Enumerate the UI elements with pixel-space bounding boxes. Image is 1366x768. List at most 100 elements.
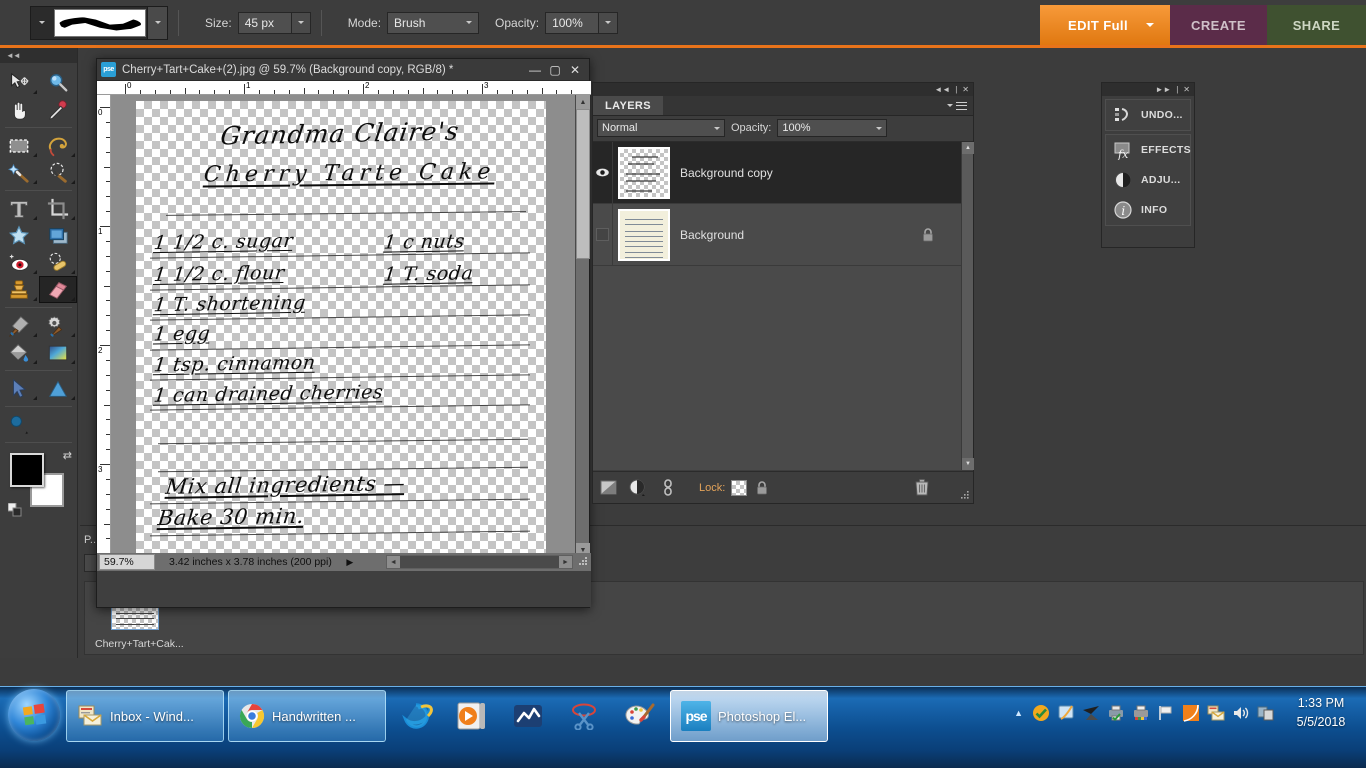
type-tool[interactable] [0,195,39,222]
opacity-input[interactable]: 100% [545,11,600,34]
close-panel-icon[interactable]: ✕ [962,85,969,94]
crop-tool[interactable] [39,195,78,222]
antivirus-icon[interactable] [1032,704,1050,722]
taskbar-media-player-button[interactable] [446,690,498,742]
taskbar-clock[interactable]: 1:33 PM 5/5/2018 [1282,687,1360,739]
brush-tool[interactable] [0,312,39,339]
minimize-button[interactable]: — [525,60,545,80]
windows-update-icon[interactable] [1057,704,1075,722]
opacity-dropdown[interactable] [599,11,619,34]
show-hidden-icons-arrow[interactable]: ▲ [1014,708,1023,718]
canvas-area[interactable]: Grandma Claire's Cherry Tarte Cake 1 1/2 c… [111,95,577,557]
resize-grip-icon[interactable] [575,555,589,569]
flag-icon[interactable] [1157,704,1175,722]
task-panel-item-effects[interactable]: fx EFFECTS [1106,135,1191,165]
canvas-vertical-scrollbar[interactable]: ▲ ▼ [575,95,590,557]
orange-app-icon[interactable] [1182,704,1200,722]
cookie-cutter-tool[interactable] [0,222,39,249]
vertical-ruler[interactable]: 0123 [97,95,111,557]
taskbar-paint-button[interactable] [614,690,666,742]
taskbar-chart-app-button[interactable] [502,690,554,742]
close-task-panel-icon[interactable]: ✕ [1183,85,1190,94]
brush-preset-left-arrow[interactable] [31,7,53,39]
layer-opacity-input[interactable]: 100% [777,119,888,137]
lock-all-button[interactable] [747,472,777,504]
scroll-up-button[interactable]: ▲ [576,95,590,109]
blend-mode-select[interactable]: Normal [597,119,725,137]
expand-panel-icon[interactable]: ►► [1155,85,1171,94]
blur-tool[interactable] [0,411,39,438]
eraser-tool[interactable] [38,276,77,303]
new-layer-button[interactable] [593,472,623,504]
size-dropdown[interactable] [291,11,311,34]
brush-preset-dropdown[interactable] [147,6,167,39]
taskbar-ie-button[interactable] [390,690,442,742]
vertical-scroll-thumb[interactable] [576,109,590,259]
taskbar-window-photoshop[interactable]: pse Photoshop El... [670,690,828,742]
layer-thumbnail[interactable] [618,208,670,261]
layer-thumbnail[interactable] [618,146,670,199]
task-panel-item-undo[interactable]: UNDO... [1106,100,1190,130]
tab-layers[interactable]: LAYERS [593,96,664,115]
close-button[interactable]: ✕ [565,60,585,80]
paint-bucket-tool[interactable] [0,339,39,366]
layers-panel-menu[interactable] [947,96,973,115]
collapse-panel-icon[interactable]: ◄◄ [934,85,950,94]
taskbar-window-handwritten[interactable]: Handwritten ... [228,690,386,742]
taskbar-snipping-tool-button[interactable] [558,690,610,742]
clone-stamp-tool[interactable] [0,276,39,303]
display-icon[interactable] [1257,704,1275,722]
hand-tool[interactable] [0,96,39,123]
layer-visibility-toggle[interactable] [593,203,613,266]
scroll-right-button[interactable]: ► [559,556,572,568]
swap-colors-icon[interactable]: ⇄ [63,449,72,462]
printer-icon[interactable] [1107,704,1125,722]
maximize-button[interactable]: ▢ [545,60,565,80]
link-layers-button[interactable] [653,472,683,504]
brush-preset-picker[interactable] [30,5,168,40]
healing-brush-tool[interactable] [39,249,78,276]
shape-selection-tool[interactable] [0,375,39,402]
foreground-color-swatch[interactable] [10,453,44,487]
zoom-tool[interactable] [39,69,78,96]
mail-icon[interactable] [1207,704,1225,722]
default-colors-icon[interactable] [8,503,22,517]
layers-scrollbar[interactable]: ▲ ▼ [961,142,974,470]
straighten-tool[interactable] [39,222,78,249]
image-canvas[interactable]: Grandma Claire's Cherry Tarte Cake 1 1/2 c… [136,101,546,553]
custom-shape-tool[interactable] [39,375,78,402]
horizontal-ruler[interactable]: 0123 [97,81,591,95]
adjustment-layer-button[interactable] [623,472,653,504]
magic-wand-tool[interactable] [0,159,39,186]
rectangular-marquee-tool[interactable] [0,132,39,159]
lock-transparent-pixels-button[interactable] [731,479,748,496]
selection-brush-tool[interactable] [39,159,78,186]
size-input[interactable]: 45 px [237,11,292,34]
gradient-tool[interactable] [39,339,78,366]
eyedropper-tool[interactable] [39,96,78,123]
smart-brush-tool[interactable] [39,312,78,339]
horizontal-scrollbar[interactable]: ◄ ► [385,555,573,569]
zoom-level-field[interactable]: 59.7% [99,554,155,570]
scroll-left-button[interactable]: ◄ [386,556,400,568]
layers-scroll-down[interactable]: ▼ [962,458,974,470]
task-panel-item-adjustments[interactable]: ADJU... [1106,165,1190,195]
move-tool[interactable] [0,69,39,96]
create-button[interactable]: CREATE [1170,5,1267,45]
layers-scroll-up[interactable]: ▲ [962,142,974,154]
panel-resize-grip-icon[interactable] [960,490,970,500]
delete-layer-button[interactable] [907,472,937,504]
document-title-bar[interactable]: pse Cherry+Tart+Cake+(2).jpg @ 59.7% (Ba… [97,59,589,81]
task-panel-item-info[interactable]: i INFO [1106,195,1190,225]
mode-select[interactable]: Brush [387,11,480,34]
status-menu-arrow[interactable]: ▶ [344,554,356,570]
edit-full-button[interactable]: EDIT Full [1040,5,1170,45]
color-printer-icon[interactable] [1132,704,1150,722]
table-row[interactable]: Background copy [593,141,973,204]
taskbar-window-inbox[interactable]: Inbox - Wind... [66,690,224,742]
layer-visibility-toggle[interactable] [593,141,613,204]
share-button[interactable]: SHARE [1267,5,1366,45]
network-icon[interactable] [1082,704,1100,722]
lasso-tool[interactable] [39,132,78,159]
table-row[interactable]: Background [593,203,973,266]
